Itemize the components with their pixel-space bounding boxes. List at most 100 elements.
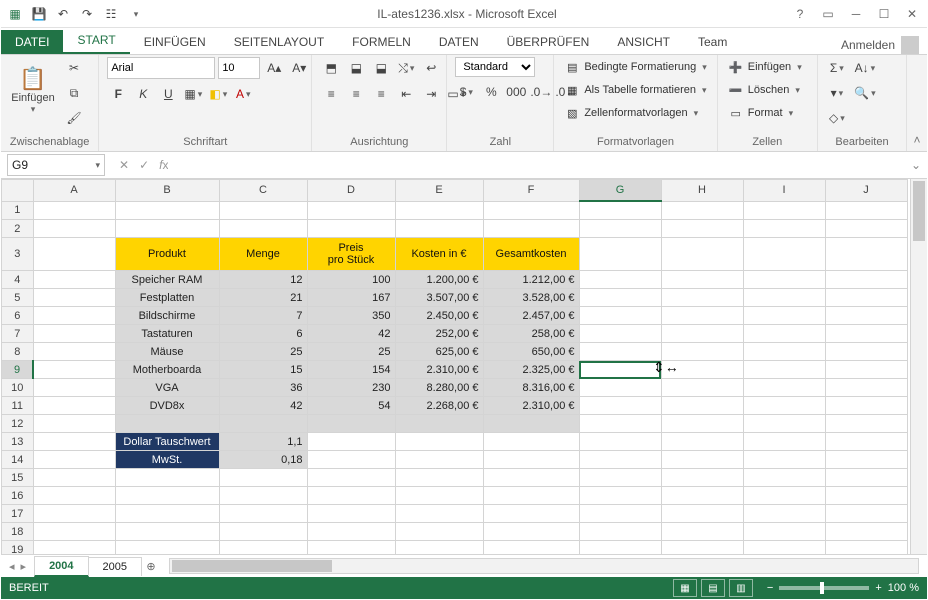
cell[interactable]: Tastaturen: [115, 325, 219, 343]
help-icon[interactable]: ?: [791, 7, 809, 21]
avatar-icon[interactable]: [901, 36, 919, 54]
cell[interactable]: 2.450,00 €: [395, 307, 483, 325]
cell[interactable]: Bildschirme: [115, 307, 219, 325]
cell[interactable]: 1.212,00 €: [483, 271, 579, 289]
cell[interactable]: 25: [307, 343, 395, 361]
undo-icon[interactable]: ↶: [55, 6, 71, 22]
fill-color-icon[interactable]: ◧: [207, 83, 229, 105]
cell[interactable]: 3.528,00 €: [483, 289, 579, 307]
row-1[interactable]: 1: [2, 201, 34, 220]
hdr-produkt[interactable]: Produkt: [115, 238, 219, 271]
underline-icon[interactable]: U: [157, 83, 179, 105]
format-painter-icon[interactable]: 🖌: [63, 107, 85, 129]
cell[interactable]: 42: [219, 397, 307, 415]
font-name-select[interactable]: [107, 57, 215, 79]
row-16[interactable]: 16: [2, 487, 34, 505]
tab-einfuegen[interactable]: EINFÜGEN: [130, 30, 220, 54]
cell[interactable]: 3.507,00 €: [395, 289, 483, 307]
row-15[interactable]: 15: [2, 469, 34, 487]
select-all-corner[interactable]: [2, 180, 34, 202]
row-19[interactable]: 19: [2, 541, 34, 555]
cell[interactable]: 230: [307, 379, 395, 397]
row-18[interactable]: 18: [2, 523, 34, 541]
align-right-icon[interactable]: ≡: [370, 83, 392, 105]
format-cells-button[interactable]: ▭Format: [726, 103, 795, 123]
cell[interactable]: 2.268,00 €: [395, 397, 483, 415]
hdr-preis[interactable]: Preispro Stück: [307, 238, 395, 271]
enter-formula-icon[interactable]: ✓: [139, 158, 149, 172]
view-pagelayout-icon[interactable]: ▤: [701, 579, 725, 597]
col-D[interactable]: D: [307, 180, 395, 202]
cell[interactable]: 1,1: [219, 433, 307, 451]
cell[interactable]: MwSt.: [115, 451, 219, 469]
cell[interactable]: 625,00 €: [395, 343, 483, 361]
zoom-level[interactable]: 100 %: [888, 582, 919, 594]
row-8[interactable]: 8: [2, 343, 34, 361]
cell[interactable]: Motherboarda: [115, 361, 219, 379]
cell[interactable]: Speicher RAM: [115, 271, 219, 289]
cell[interactable]: 350: [307, 307, 395, 325]
row-13[interactable]: 13: [2, 433, 34, 451]
row-10[interactable]: 10: [2, 379, 34, 397]
zoom-out-icon[interactable]: −: [767, 582, 773, 594]
clear-icon[interactable]: ◇: [826, 107, 848, 129]
percent-icon[interactable]: %: [480, 81, 502, 103]
row-11[interactable]: 11: [2, 397, 34, 415]
align-left-icon[interactable]: ≡: [320, 83, 342, 105]
close-icon[interactable]: ✕: [903, 7, 921, 21]
border-icon[interactable]: ▦: [182, 83, 204, 105]
sort-filter-icon[interactable]: A↓: [854, 57, 876, 79]
currency-icon[interactable]: $: [455, 81, 477, 103]
row-12[interactable]: 12: [2, 415, 34, 433]
collapse-ribbon-icon[interactable]: ˄: [907, 55, 927, 151]
row-9[interactable]: 9: [2, 361, 34, 379]
horizontal-scrollbar[interactable]: [169, 558, 919, 574]
copy-icon[interactable]: ⧉: [63, 82, 85, 104]
cell[interactable]: 2.325,00 €: [483, 361, 579, 379]
redo-icon[interactable]: ↷: [79, 6, 95, 22]
name-box[interactable]: G9▾: [7, 154, 105, 176]
row-7[interactable]: 7: [2, 325, 34, 343]
cell[interactable]: VGA: [115, 379, 219, 397]
cell[interactable]: 167: [307, 289, 395, 307]
sheet-nav-first-icon[interactable]: ◂: [9, 560, 15, 573]
formula-input[interactable]: [168, 155, 904, 175]
cell[interactable]: 42: [307, 325, 395, 343]
cell[interactable]: 154: [307, 361, 395, 379]
row-17[interactable]: 17: [2, 505, 34, 523]
autosum-icon[interactable]: Σ: [826, 57, 848, 79]
cell[interactable]: 54: [307, 397, 395, 415]
insert-cells-button[interactable]: ➕Einfügen: [726, 57, 804, 77]
cell[interactable]: 6: [219, 325, 307, 343]
sheet-tab-2005[interactable]: 2005: [88, 557, 142, 576]
row-3[interactable]: 3: [2, 238, 34, 271]
cell[interactable]: 100: [307, 271, 395, 289]
quickprint-icon[interactable]: ☷: [103, 6, 119, 22]
wrap-text-icon[interactable]: ↩: [420, 57, 442, 79]
col-B[interactable]: B: [115, 180, 219, 202]
comma-icon[interactable]: 000: [505, 81, 527, 103]
col-J[interactable]: J: [825, 180, 907, 202]
cancel-formula-icon[interactable]: ✕: [119, 158, 129, 172]
view-pagebreak-icon[interactable]: ▥: [729, 579, 753, 597]
expand-formula-bar-icon[interactable]: ⌄: [905, 158, 927, 172]
row-5[interactable]: 5: [2, 289, 34, 307]
increase-decimal-icon[interactable]: .0→: [530, 81, 552, 103]
cell[interactable]: 8.280,00 €: [395, 379, 483, 397]
row-6[interactable]: 6: [2, 307, 34, 325]
indent-decrease-icon[interactable]: ⇤: [395, 83, 417, 105]
view-normal-icon[interactable]: ▦: [673, 579, 697, 597]
format-as-table-button[interactable]: ▦Als Tabelle formatieren: [562, 80, 708, 100]
orientation-icon[interactable]: ⤭: [395, 57, 417, 79]
delete-cells-button[interactable]: ➖Löschen: [726, 80, 802, 100]
hdr-gesamt[interactable]: Gesamtkosten: [483, 238, 579, 271]
fx-icon[interactable]: fx: [159, 158, 168, 172]
new-sheet-icon[interactable]: ⊕: [141, 560, 161, 573]
col-G[interactable]: G: [579, 180, 661, 202]
cell[interactable]: 36: [219, 379, 307, 397]
col-H[interactable]: H: [661, 180, 743, 202]
minimize-icon[interactable]: ─: [847, 7, 865, 21]
cell[interactable]: 2.310,00 €: [483, 397, 579, 415]
ribbon-options-icon[interactable]: ▭: [819, 7, 837, 21]
vertical-scrollbar[interactable]: [910, 179, 927, 554]
